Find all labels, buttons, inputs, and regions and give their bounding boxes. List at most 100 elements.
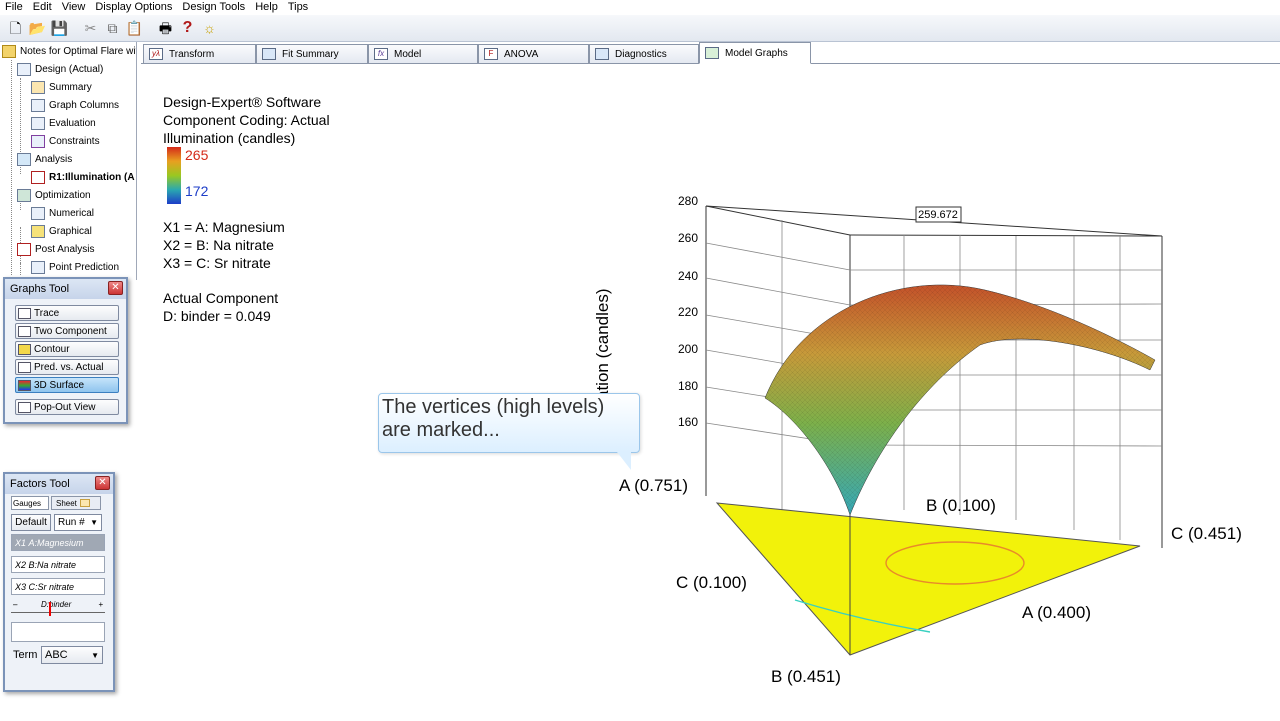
factors-tool-window: Factors Tool ✕ Gauges Sheet Default Run …	[3, 472, 115, 692]
table-icon	[262, 48, 276, 60]
graph-columns-icon	[31, 98, 45, 112]
pop-out-icon	[18, 401, 31, 413]
actual-component-title: Actual Component	[163, 290, 279, 306]
paste-icon[interactable]: 📋	[125, 19, 144, 38]
menu-file[interactable]: File	[5, 0, 23, 15]
response-label: Illumination (candles)	[163, 130, 296, 146]
factor-x1-label: X1 = A: Magnesium	[163, 219, 285, 235]
tree-item-constraints[interactable]: Constraints	[31, 132, 100, 150]
contour-icon	[18, 343, 31, 355]
minus-icon: –	[13, 600, 18, 609]
factor-x3-label: X3 = C: Sr nitrate	[163, 255, 271, 271]
term-label: Term	[13, 649, 38, 661]
tab-sheet[interactable]: Sheet	[51, 496, 101, 510]
vertex-label-b-low: B (0.100)	[926, 496, 996, 515]
tree-item-r1-illumination[interactable]: R1:Illumination (A	[31, 168, 135, 186]
factor-x1[interactable]: X1 A:Magnesium	[11, 534, 105, 551]
tab-model-graphs[interactable]: Model Graphs	[699, 42, 811, 64]
factor-x2[interactable]: X2 B:Na nitrate	[11, 556, 105, 573]
tree-item-analysis[interactable]: Analysis	[17, 150, 72, 168]
tab-fit-summary[interactable]: Fit Summary	[256, 44, 368, 64]
two-component-button[interactable]: Two Component	[15, 323, 119, 339]
help-icon[interactable]: ?	[178, 19, 197, 38]
tree-item-numerical[interactable]: Numerical	[31, 204, 94, 222]
menu-help[interactable]: Help	[255, 0, 278, 15]
trace-button[interactable]: Trace	[15, 305, 119, 321]
analysis-icon	[17, 152, 31, 166]
point-prediction-icon	[31, 260, 45, 274]
tree-item-evaluation[interactable]: Evaluation	[31, 114, 96, 132]
summary-icon	[31, 80, 45, 94]
tab-gauges[interactable]: Gauges	[11, 496, 49, 510]
model-graph-pane	[141, 64, 1280, 721]
vertex-label-c-high: C (0.451)	[1171, 524, 1242, 543]
legend-high-value: 265	[185, 147, 209, 163]
tree-item-graphical[interactable]: Graphical	[31, 222, 92, 240]
tip-callout: The vertices (high levels) are marked...	[378, 393, 640, 470]
tab-anova[interactable]: F ANOVA	[478, 44, 589, 64]
menu-bar: File Edit View Display Options Design To…	[0, 0, 1280, 15]
anova-icon: F	[484, 48, 498, 60]
tab-model[interactable]: fx Model	[368, 44, 478, 64]
tip-bulb-icon[interactable]: ☼	[200, 19, 219, 38]
y-lambda-icon: yλ	[149, 48, 163, 60]
graphical-icon	[31, 224, 45, 238]
sheet-icon	[79, 499, 90, 507]
folder-icon	[2, 44, 16, 58]
factor-x2-label: X2 = B: Na nitrate	[163, 237, 274, 253]
tab-transform[interactable]: yλ Transform	[143, 44, 256, 64]
optimization-icon	[17, 188, 31, 202]
post-analysis-icon	[17, 242, 31, 256]
vertex-label-c-low: C (0.100)	[676, 573, 747, 592]
tree-item-point-prediction[interactable]: Point Prediction	[31, 258, 119, 276]
vertex-label-b-high: B (0.451)	[771, 667, 841, 686]
toolbar: 🗋 📂 💾 ✂ ⧉ 📋 🖶 ? ☼	[0, 15, 1280, 42]
print-icon[interactable]: 🖶	[156, 19, 175, 38]
factors-tool-title-bar[interactable]: Factors Tool ✕	[5, 474, 113, 494]
tree-item-post-analysis[interactable]: Post Analysis	[17, 240, 94, 258]
software-label: Design-Expert® Software	[163, 94, 322, 110]
response-icon	[31, 170, 45, 184]
tree-item-graph-columns[interactable]: Graph Columns	[31, 96, 119, 114]
3d-surface-button[interactable]: 3D Surface	[15, 377, 119, 393]
callout-tail	[617, 452, 631, 470]
copy-icon[interactable]: ⧉	[103, 19, 122, 38]
pred-vs-actual-button[interactable]: Pred. vs. Actual	[15, 359, 119, 375]
contour-button[interactable]: Contour	[15, 341, 119, 357]
menu-edit[interactable]: Edit	[33, 0, 52, 15]
chart-icon	[595, 48, 609, 60]
cut-icon[interactable]: ✂	[81, 19, 100, 38]
constraints-icon	[31, 134, 45, 148]
tab-diagnostics[interactable]: Diagnostics	[589, 44, 699, 64]
fx-icon: fx	[374, 48, 388, 60]
tree-item-optimization[interactable]: Optimization	[17, 186, 91, 204]
term-select[interactable]: ABC ▼	[41, 646, 103, 664]
tree-root[interactable]: Notes for Optimal Flare wit	[2, 42, 136, 60]
run-select[interactable]: Run # ▼	[54, 514, 102, 531]
trace-icon	[18, 307, 31, 319]
menu-view[interactable]: View	[62, 0, 86, 15]
new-file-icon[interactable]: 🗋	[6, 19, 25, 38]
slider-marker[interactable]	[49, 602, 51, 616]
two-component-icon	[18, 325, 31, 337]
close-icon[interactable]: ✕	[108, 281, 123, 295]
menu-design-tools[interactable]: Design Tools	[182, 0, 245, 15]
graphs-tool-title-bar[interactable]: Graphs Tool ✕	[5, 279, 126, 299]
tree-item-design[interactable]: Design (Actual)	[17, 60, 103, 78]
close-icon[interactable]: ✕	[95, 476, 110, 490]
factor-x3[interactable]: X3 C:Sr nitrate	[11, 578, 105, 595]
default-button[interactable]: Default	[11, 514, 51, 531]
menu-display-options[interactable]: Display Options	[95, 0, 172, 15]
tree-item-summary[interactable]: Summary	[31, 78, 92, 96]
3d-surface-icon	[18, 379, 31, 391]
legend-low-value: 172	[185, 183, 209, 199]
pop-out-view-button[interactable]: Pop-Out View	[15, 399, 119, 415]
binder-slider[interactable]: – D:binder +	[11, 600, 105, 616]
chevron-down-icon: ▼	[91, 650, 99, 660]
evaluation-icon	[31, 116, 45, 130]
save-icon[interactable]: 💾	[50, 19, 69, 38]
menu-tips[interactable]: Tips	[288, 0, 308, 15]
numerical-icon	[31, 206, 45, 220]
slider-value-box	[11, 622, 105, 642]
open-folder-icon[interactable]: 📂	[28, 19, 47, 38]
